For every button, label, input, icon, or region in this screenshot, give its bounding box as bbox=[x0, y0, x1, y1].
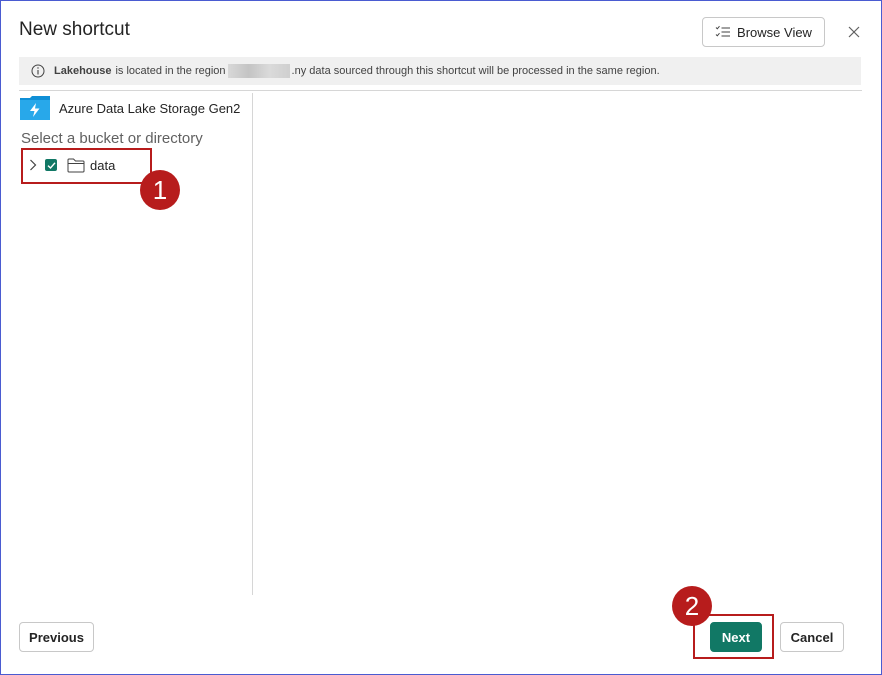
banner-text-end: .ny data sourced through this shortcut w… bbox=[291, 65, 660, 77]
step-badge-2: 2 bbox=[672, 586, 712, 626]
content-pane bbox=[253, 93, 862, 595]
azure-data-lake-icon bbox=[19, 95, 51, 121]
step-badge-1: 1 bbox=[140, 170, 180, 210]
highlight-box-1 bbox=[21, 148, 152, 184]
checklist-icon bbox=[715, 25, 731, 39]
next-button[interactable]: Next bbox=[710, 622, 762, 652]
region-info-banner: Lakehouse is located in the region .ny d… bbox=[19, 57, 861, 85]
banner-lakehouse-label: Lakehouse bbox=[54, 65, 112, 77]
dialog-title: New shortcut bbox=[19, 19, 130, 40]
new-shortcut-dialog: New shortcut Browse View Lakehouse is lo… bbox=[0, 0, 882, 675]
source-header: Azure Data Lake Storage Gen2 bbox=[19, 95, 240, 121]
browse-view-label: Browse View bbox=[737, 24, 812, 40]
close-button[interactable] bbox=[843, 21, 865, 43]
cancel-button[interactable]: Cancel bbox=[780, 622, 844, 652]
source-name: Azure Data Lake Storage Gen2 bbox=[59, 100, 241, 116]
section-label: Select a bucket or directory bbox=[21, 130, 203, 147]
close-icon bbox=[848, 26, 860, 38]
info-icon bbox=[31, 64, 45, 78]
header-divider bbox=[19, 90, 862, 91]
banner-text-start: is located in the region bbox=[115, 65, 226, 77]
previous-button[interactable]: Previous bbox=[19, 622, 94, 652]
redacted-region bbox=[227, 64, 290, 78]
browse-view-button[interactable]: Browse View bbox=[702, 17, 825, 47]
